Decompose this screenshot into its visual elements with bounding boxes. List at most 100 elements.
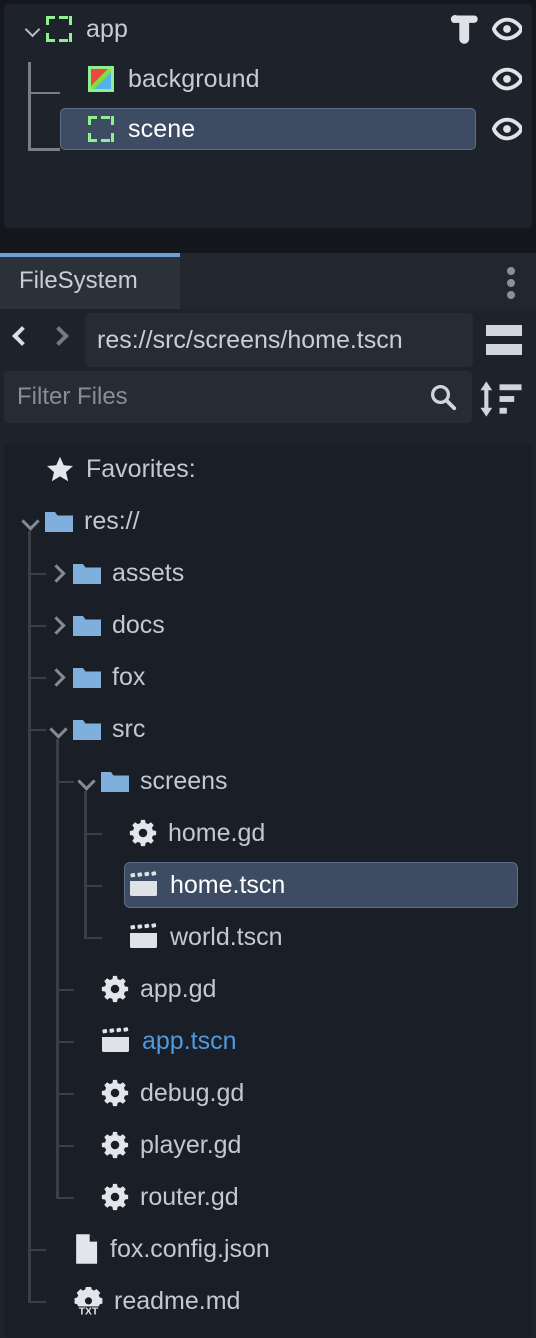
- svg-text:TXT: TXT: [79, 1307, 99, 1317]
- scene-icon: [128, 923, 160, 951]
- file-tree-item-label: world.tscn: [170, 922, 283, 951]
- filter-row: Filter Files: [0, 371, 536, 429]
- tree-guide-line: [28, 148, 60, 151]
- search-icon: [428, 382, 458, 412]
- file-tree-item-content: app.tscn: [74, 1015, 237, 1067]
- tree-guide-line: [28, 729, 46, 731]
- scene-tree-node[interactable]: background: [4, 54, 532, 104]
- scene-tree-node-content: app: [22, 4, 128, 54]
- tree-guide-line: [56, 781, 74, 783]
- caret-placeholder: [102, 872, 128, 898]
- scene-tree-panel: app background scene: [4, 4, 532, 228]
- chevron-right-icon: [49, 326, 69, 346]
- scene-tree-node[interactable]: scene: [4, 104, 532, 154]
- tree-guide-line: [28, 1301, 46, 1303]
- file-tree-item-content: assets: [46, 547, 184, 599]
- script-icon[interactable]: [448, 13, 478, 45]
- eye-icon[interactable]: [491, 64, 524, 94]
- caret-placeholder: [64, 118, 86, 140]
- tree-guide-line: [28, 573, 46, 575]
- filesystem-dock: FileSystem res://src/screens/home.tscn F…: [0, 253, 536, 1338]
- scene-tree-node-label: background: [128, 64, 260, 93]
- file-tree-item[interactable]: fox.config.json: [4, 1223, 532, 1275]
- gdscript-icon: [100, 1130, 130, 1160]
- file-tree-item-content: home.tscn: [102, 859, 285, 911]
- caret-placeholder: [18, 456, 44, 482]
- control-node-icon: [46, 16, 72, 42]
- tree-guide-line: [28, 62, 31, 150]
- file-tree-item[interactable]: player.gd: [4, 1119, 532, 1171]
- control-node-icon: [88, 116, 114, 142]
- scene-tree-node[interactable]: app: [4, 4, 532, 54]
- dock-tab-bar: FileSystem: [0, 253, 536, 309]
- kebab-menu-icon[interactable]: [496, 265, 526, 299]
- tree-guide-line: [28, 625, 46, 627]
- textfile-icon: TXT: [72, 1285, 104, 1318]
- file-tree-item-content: TXT readme.md: [46, 1275, 240, 1327]
- chevron-down-icon[interactable]: [18, 508, 44, 534]
- filter-files-input[interactable]: Filter Files: [4, 371, 472, 423]
- filter-files-placeholder: Filter Files: [17, 383, 128, 410]
- file-tree-item[interactable]: debug.gd: [4, 1067, 532, 1119]
- folder-icon: [44, 508, 74, 534]
- file-tree-item[interactable]: src: [4, 703, 532, 755]
- eye-icon[interactable]: [491, 14, 524, 44]
- scene-tree-node-actions: [491, 54, 532, 104]
- tree-guide-line: [84, 885, 102, 887]
- file-tree-item-content: app.gd: [74, 963, 216, 1015]
- current-path-text: res://src/screens/home.tscn: [97, 325, 403, 354]
- file-tree-item[interactable]: res://: [4, 495, 532, 547]
- caret-placeholder: [74, 1080, 100, 1106]
- folder-icon: [72, 612, 102, 638]
- colorrect-node-icon: [88, 66, 114, 92]
- scene-tree-node-label: scene: [128, 114, 196, 143]
- sort-button[interactable]: [474, 377, 528, 421]
- split-mode-icon[interactable]: [484, 325, 524, 357]
- scene-tree-node-content: scene: [64, 104, 195, 154]
- tree-guide-line: [56, 989, 74, 991]
- file-tree-item-label: Favorites:: [86, 454, 196, 483]
- file-tree-item[interactable]: Favorites:: [4, 443, 532, 495]
- chevron-right-icon[interactable]: [46, 664, 72, 690]
- file-tree-item-label: debug.gd: [140, 1078, 245, 1107]
- file-tree-item[interactable]: app.gd: [4, 963, 532, 1015]
- chevron-left-icon: [12, 326, 32, 346]
- file-tree-item-label: fox: [112, 662, 146, 691]
- file-tree[interactable]: Favorites: res:// assets docs fox src screens h…: [4, 443, 532, 1338]
- file-tree-item[interactable]: assets: [4, 547, 532, 599]
- chevron-down-icon[interactable]: [74, 768, 100, 794]
- file-tree-item-content: router.gd: [74, 1171, 239, 1223]
- tree-guide-line: [84, 791, 87, 937]
- chevron-down-icon[interactable]: [22, 18, 44, 40]
- tree-guide-line: [28, 531, 31, 1301]
- file-tree-item-content: debug.gd: [74, 1067, 244, 1119]
- nav-back-button[interactable]: [4, 319, 44, 361]
- scene-icon: [100, 1027, 132, 1055]
- caret-placeholder: [74, 1132, 100, 1158]
- file-tree-item-label: src: [112, 714, 146, 743]
- gdscript-icon: [100, 1078, 130, 1108]
- chevron-right-icon[interactable]: [46, 612, 72, 638]
- file-tree-item-label: router.gd: [140, 1182, 239, 1211]
- nav-forward-button[interactable]: [44, 319, 84, 361]
- file-tree-item-label: docs: [112, 610, 165, 639]
- file-tree-item[interactable]: fox: [4, 651, 532, 703]
- caret-placeholder: [102, 924, 128, 950]
- sort-icon: [480, 381, 522, 417]
- caret-placeholder: [74, 1184, 100, 1210]
- gdscript-icon: [100, 974, 130, 1004]
- tree-guide-line: [28, 92, 60, 94]
- eye-icon[interactable]: [491, 114, 524, 144]
- file-tree-item[interactable]: TXT readme.md: [4, 1275, 532, 1327]
- folder-icon: [72, 560, 102, 586]
- chevron-right-icon[interactable]: [46, 560, 72, 586]
- current-path-display[interactable]: res://src/screens/home.tscn: [85, 313, 473, 367]
- file-tree-item[interactable]: router.gd: [4, 1171, 532, 1223]
- tab-filesystem[interactable]: FileSystem: [0, 253, 180, 309]
- file-tree-item-content: fox.config.json: [46, 1223, 270, 1275]
- file-tree-item-label: assets: [112, 558, 185, 587]
- file-tree-item-content: Favorites:: [18, 443, 196, 495]
- chevron-down-icon[interactable]: [46, 716, 72, 742]
- file-tree-item[interactable]: app.tscn: [4, 1015, 532, 1067]
- file-tree-item[interactable]: docs: [4, 599, 532, 651]
